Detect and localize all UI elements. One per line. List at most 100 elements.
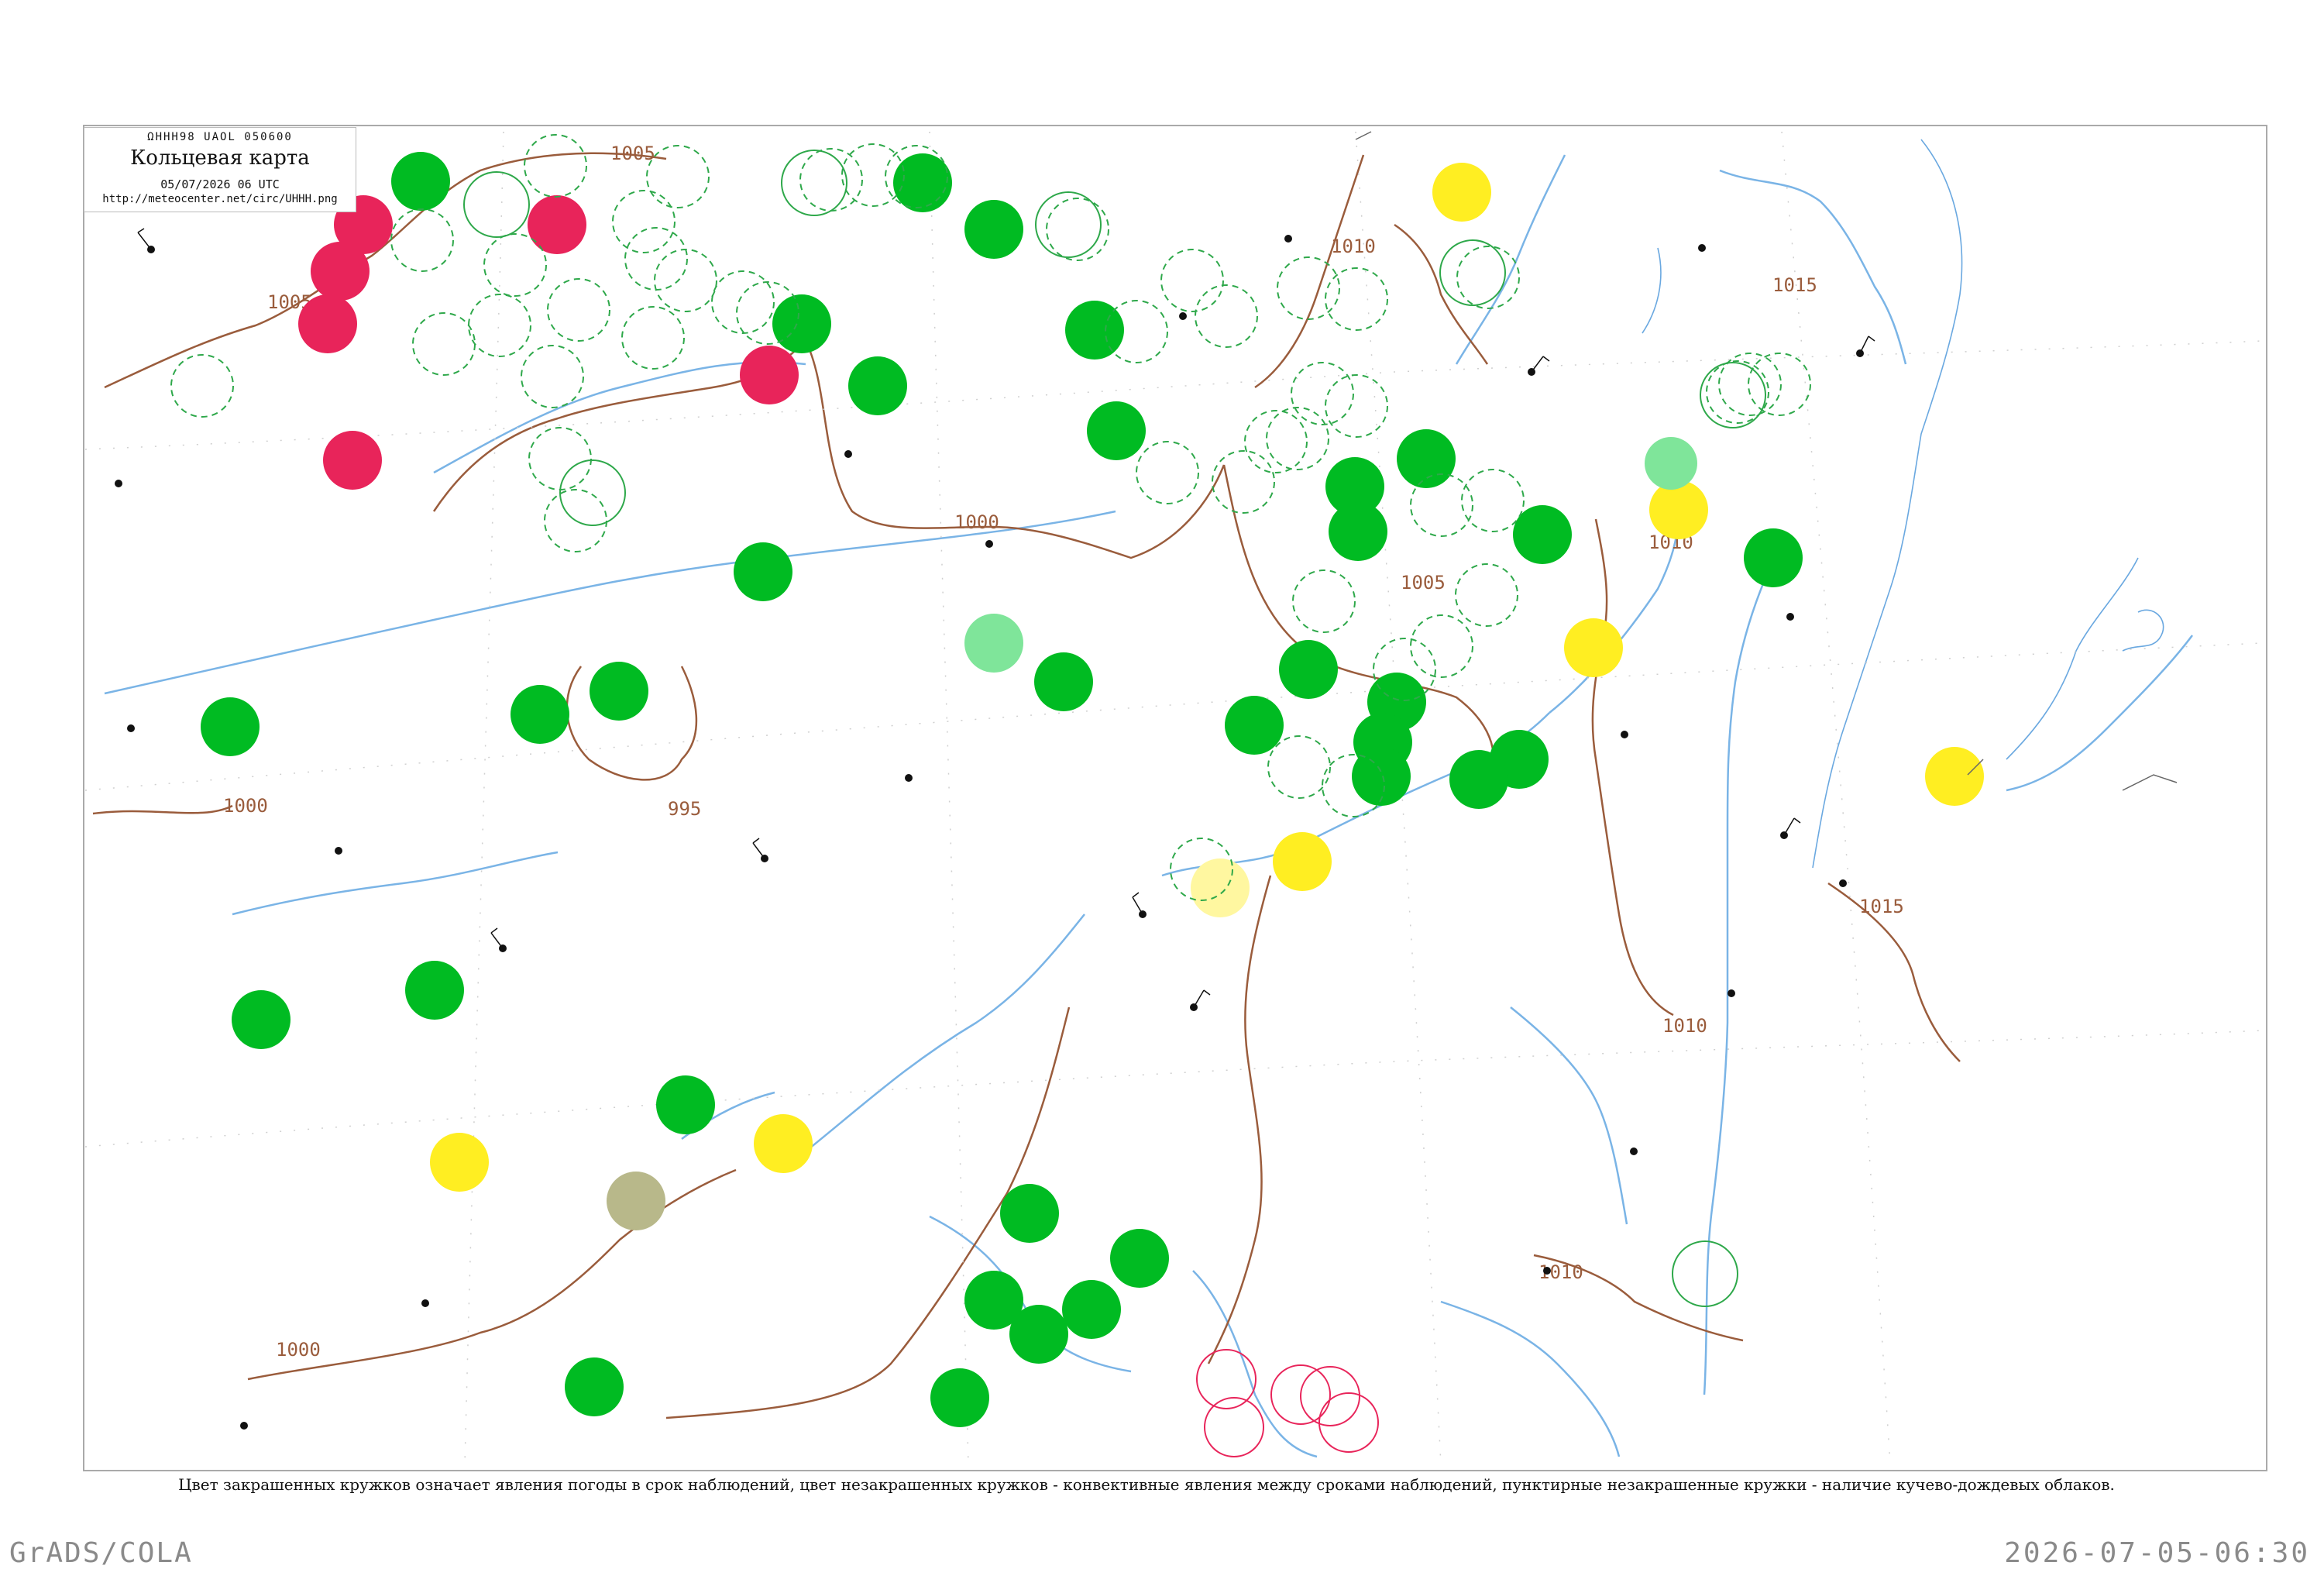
thunderstorm-circle bbox=[298, 294, 357, 353]
cb-ring bbox=[1455, 563, 1518, 627]
map-url[interactable]: http://meteocenter.net/circ/UHHH.png bbox=[84, 193, 356, 205]
rain-circle bbox=[590, 662, 648, 721]
cb-ring bbox=[524, 134, 587, 198]
isobar-label: 1000 bbox=[954, 511, 999, 533]
rain-circle bbox=[1110, 1229, 1169, 1288]
wind-barb bbox=[490, 927, 504, 949]
rain-circle bbox=[1225, 696, 1284, 755]
convective-ring bbox=[559, 459, 626, 526]
rain-circle bbox=[1009, 1305, 1068, 1364]
thunder-ring bbox=[1196, 1349, 1257, 1409]
station-dot bbox=[1728, 989, 1735, 997]
cb-ring bbox=[1266, 407, 1329, 470]
cb-ring bbox=[1748, 353, 1811, 416]
station-dot bbox=[115, 480, 122, 487]
cb-ring bbox=[390, 208, 454, 272]
rain-circle bbox=[1034, 652, 1093, 711]
cb-ring bbox=[547, 278, 610, 342]
station-dot bbox=[1839, 879, 1847, 887]
thunderstorm-circle bbox=[528, 195, 586, 254]
cb-ring bbox=[1456, 246, 1520, 309]
rain-circle bbox=[1513, 505, 1572, 564]
cb-ring bbox=[1244, 410, 1308, 473]
cb-ring bbox=[1461, 469, 1525, 532]
fog-circle bbox=[1191, 858, 1250, 917]
cb-ring bbox=[621, 306, 685, 370]
convective-ring bbox=[1672, 1240, 1738, 1307]
fog-circle bbox=[1564, 618, 1623, 677]
rain-circle bbox=[930, 1368, 989, 1427]
cb-ring bbox=[654, 249, 717, 312]
thunderstorm-circle bbox=[311, 242, 370, 301]
station-dot bbox=[421, 1299, 429, 1307]
rain-circle bbox=[1087, 401, 1146, 460]
footer-timestamp: 2026-07-05-06:30 bbox=[2004, 1537, 2310, 1569]
rain-circle bbox=[772, 294, 831, 353]
cb-ring bbox=[1267, 735, 1331, 799]
cb-ring bbox=[646, 145, 710, 208]
cb-ring bbox=[612, 190, 676, 253]
station-dot bbox=[1698, 244, 1706, 252]
fog-circle bbox=[430, 1133, 489, 1192]
rain-circle bbox=[405, 961, 464, 1020]
shower-circle bbox=[964, 614, 1023, 673]
weather-map: 1005 1005 1010 1000 1000 995 1005 1010 1… bbox=[83, 125, 2267, 1471]
thunderstorm-circle bbox=[323, 431, 382, 490]
rain-circle bbox=[656, 1075, 715, 1134]
cb-ring bbox=[1277, 256, 1340, 320]
map-date: 05/07/2026 06 UTC bbox=[160, 177, 280, 191]
legend-caption: Цвет закрашенных кружков означает явлени… bbox=[178, 1475, 2115, 1494]
cb-ring bbox=[468, 294, 531, 357]
bulletin-code: ΩHHH98 UAOL 050600 bbox=[147, 131, 293, 143]
cb-ring bbox=[1325, 267, 1388, 331]
fog-circle bbox=[1649, 480, 1708, 539]
station-dot bbox=[905, 774, 913, 782]
station-dot bbox=[1786, 613, 1794, 621]
convective-ring bbox=[463, 171, 530, 238]
cb-ring bbox=[1410, 614, 1473, 678]
rain-circle bbox=[1449, 750, 1508, 809]
station-dot bbox=[127, 724, 135, 732]
cb-ring bbox=[1195, 284, 1258, 348]
thunder-ring bbox=[1204, 1397, 1264, 1457]
convective-ring bbox=[1700, 362, 1766, 428]
isobar-label: 1015 bbox=[1859, 896, 1904, 917]
cb-ring bbox=[1291, 362, 1354, 425]
wind-barb bbox=[752, 838, 765, 859]
cb-ring bbox=[170, 354, 234, 418]
filled-weather-circles bbox=[201, 152, 1984, 1427]
isobar-label: 1000 bbox=[223, 795, 268, 817]
isobar-label: 1005 bbox=[610, 143, 655, 164]
isobar-label: 1010 bbox=[1331, 236, 1376, 257]
rain-circle bbox=[1397, 429, 1456, 488]
map-title: Кольцевая карта bbox=[130, 146, 310, 170]
station-plots bbox=[115, 235, 1864, 1430]
rain-circle bbox=[1279, 640, 1338, 699]
cb-ring bbox=[1292, 569, 1356, 633]
station-dot bbox=[1630, 1148, 1638, 1155]
rain-circle bbox=[511, 685, 569, 744]
isobar-label: 1005 bbox=[1401, 572, 1446, 594]
rain-circle bbox=[848, 356, 907, 415]
isobar-label: 1000 bbox=[276, 1339, 321, 1361]
rain-circle bbox=[232, 990, 290, 1049]
rain-circle bbox=[201, 697, 260, 756]
wind-barb bbox=[1132, 892, 1143, 915]
coastlines bbox=[1642, 139, 2164, 869]
rain-circle bbox=[391, 152, 450, 211]
wind-barb bbox=[137, 228, 152, 250]
cb-ring bbox=[799, 148, 863, 212]
rain-circle bbox=[964, 200, 1023, 259]
map-header: ΩHHH98 UAOL 050600 Кольцевая карта 05/07… bbox=[84, 127, 356, 212]
footer-software: GrADS/COLA bbox=[9, 1537, 193, 1569]
convective-ring bbox=[1035, 191, 1102, 258]
cb-ring bbox=[412, 312, 476, 376]
station-dot bbox=[335, 847, 342, 855]
convective-ring bbox=[1439, 239, 1506, 306]
fog-circle bbox=[1273, 832, 1332, 891]
thunderstorm-circle bbox=[740, 346, 799, 404]
station-dot bbox=[1543, 1267, 1551, 1275]
shower-circle bbox=[1645, 437, 1697, 490]
station-dot bbox=[1284, 235, 1292, 243]
thunder-ring bbox=[1318, 1392, 1379, 1453]
